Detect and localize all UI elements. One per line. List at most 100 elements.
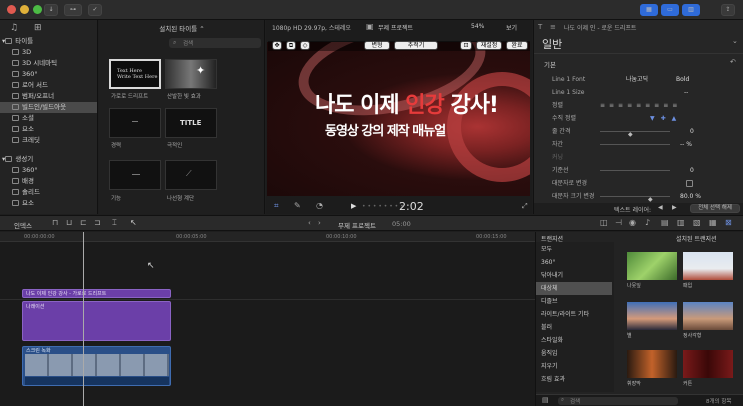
deselect-all-button[interactable]: 전체 선택 해제: [690, 204, 740, 213]
title-thumb-spiral[interactable]: ⟋: [165, 160, 217, 190]
clip-appearance-icon[interactable]: ▥: [677, 218, 685, 227]
title-thumb-flare[interactable]: ✦: [165, 59, 217, 89]
sidebar-toggle-icon[interactable]: ▤: [542, 396, 549, 404]
titles-generators-icon[interactable]: ⊞: [34, 23, 42, 33]
view-menu[interactable]: 보기: [506, 23, 517, 32]
sidebar-item-lower-third[interactable]: 로어 서드: [0, 80, 97, 91]
overwrite-icon[interactable]: ⊐: [94, 218, 101, 227]
category-item[interactable]: 닦아내기: [536, 269, 612, 282]
generators-icon[interactable]: ▦: [709, 218, 717, 227]
index-button[interactable]: 인덱스: [14, 220, 32, 230]
tracker-button[interactable]: 추적기: [394, 41, 438, 50]
title-thumb-feature[interactable]: [109, 160, 161, 190]
align-buttons[interactable]: ≡≡≡≡≡≡≡≡≡: [600, 99, 681, 112]
category-item[interactable]: 흐림 효과: [536, 373, 612, 386]
zoom-window-button[interactable]: [33, 5, 42, 14]
speed-icon[interactable]: ◔: [316, 201, 323, 210]
fullscreen-icon[interactable]: ⤢: [522, 202, 528, 211]
media-icon[interactable]: ♫: [10, 23, 18, 33]
audio-skimming-icon[interactable]: ◫: [600, 218, 608, 227]
forward-icon[interactable]: ›: [318, 219, 321, 227]
title-clip[interactable]: 나도 이제 인강 강사 - 가로로 드리프트: [22, 289, 171, 298]
crop-tool-icon[interactable]: ⌗: [274, 201, 279, 211]
transition-thumb[interactable]: [627, 252, 677, 280]
insert-clip-icon[interactable]: ⊔: [66, 218, 72, 227]
timeline-project-name[interactable]: 무제 프로젝트: [338, 220, 376, 230]
transition-thumb[interactable]: [627, 350, 677, 378]
font-select[interactable]: 나눔고딕: [626, 73, 648, 86]
sidebar-item-bumper[interactable]: 범퍼/오프너: [0, 91, 97, 102]
category-item-selected[interactable]: 대상체: [536, 282, 612, 295]
chevron-down-icon[interactable]: ⌄: [732, 37, 738, 45]
transition-thumb[interactable]: [683, 252, 733, 280]
sidebar-item-titles[interactable]: ▾ 타이틀: [0, 36, 97, 47]
close-window-button[interactable]: [7, 5, 16, 14]
sidebar-item-solids[interactable]: 솔리드: [0, 187, 97, 198]
append-clip-icon[interactable]: ⊏: [80, 218, 87, 227]
transition-thumb[interactable]: [627, 302, 677, 330]
sidebar-item-360[interactable]: 360°: [0, 69, 97, 80]
sidebar-item-elements[interactable]: 요소: [0, 124, 97, 135]
browser-search-input[interactable]: ⌕ 검색: [169, 38, 261, 48]
select-tool-icon[interactable]: ↖: [130, 218, 137, 227]
category-item[interactable]: 움직임: [536, 347, 612, 360]
all-caps-checkbox[interactable]: [686, 180, 693, 187]
sidebar-item-social[interactable]: 소셜: [0, 113, 97, 124]
category-item[interactable]: 디졸브: [536, 295, 612, 308]
installed-transitions-menu[interactable]: 설치된 트랜지션: [676, 234, 717, 243]
title-thumb-career[interactable]: [109, 108, 161, 138]
checkmark-icon[interactable]: ✓: [88, 4, 102, 16]
transitions-browser-icon[interactable]: ⊠: [725, 218, 732, 227]
crop-icon[interactable]: ⧉: [286, 41, 296, 50]
sidebar-item-gen-360[interactable]: 360°: [0, 165, 97, 176]
move-icon[interactable]: ✥: [272, 41, 282, 50]
back-icon[interactable]: ‹: [308, 219, 311, 227]
title-thumb-dramatic[interactable]: TITLE: [165, 108, 217, 138]
import-icon[interactable]: ↓: [44, 4, 58, 16]
minimize-window-button[interactable]: [20, 5, 29, 14]
sidebar-item-gen-elements[interactable]: 요소: [0, 198, 97, 209]
snapping-icon[interactable]: ⊣: [615, 218, 622, 227]
browser-header[interactable]: 설치된 타이틀 ⌃: [99, 23, 265, 33]
vertical-align-buttons[interactable]: ▼✚▲: [650, 112, 682, 125]
share-icon[interactable]: ⇪: [721, 4, 735, 16]
inspector-layout-icon[interactable]: ▥: [682, 4, 700, 16]
solo-icon[interactable]: ◉: [629, 218, 636, 227]
headphones-icon[interactable]: ♪: [645, 218, 650, 227]
screen-recording-clip[interactable]: 스크린 녹화: [22, 346, 171, 386]
timeline[interactable]: 00:00:00:00 00:00:05:00 00:00:10:00 00:0…: [0, 232, 535, 406]
category-item[interactable]: 블러: [536, 321, 612, 334]
library-layout-icon[interactable]: ▦: [640, 4, 658, 16]
narration-clip[interactable]: 나래이션: [22, 301, 171, 341]
link-icon[interactable]: ⊡: [460, 41, 472, 50]
title-inspector-icon[interactable]: T: [538, 23, 542, 31]
prev-layer-icon[interactable]: ◀: [658, 204, 663, 211]
category-item[interactable]: 라이트/라이트 기타: [536, 308, 612, 321]
reset-icon[interactable]: ↶: [730, 58, 736, 66]
zoom-level[interactable]: 54%: [471, 23, 484, 30]
play-icon[interactable]: ▶: [351, 202, 356, 210]
trim-icon[interactable]: ⌶: [112, 218, 117, 228]
category-item[interactable]: 360°: [536, 256, 612, 269]
category-item[interactable]: 스타일화: [536, 334, 612, 347]
title-thumb-drift[interactable]: Text Here Write Text Here: [109, 59, 161, 89]
distort-icon[interactable]: ◇: [300, 41, 310, 50]
enhance-icon[interactable]: ✎: [294, 201, 301, 210]
category-item[interactable]: 지우기: [536, 360, 612, 373]
reset-button[interactable]: 재설정: [476, 41, 502, 50]
transitions-search-input[interactable]: ⌕ 검색: [558, 397, 678, 405]
text-inspector-icon[interactable]: ≡: [550, 23, 556, 31]
playhead[interactable]: [83, 232, 84, 406]
connect-clip-icon[interactable]: ⊓: [52, 218, 58, 227]
font-weight-select[interactable]: Bold: [676, 73, 689, 86]
photos-icon[interactable]: ▧: [693, 218, 701, 227]
effects-browser-icon[interactable]: ▤: [661, 218, 669, 227]
transition-thumb[interactable]: [683, 302, 733, 330]
keyword-icon[interactable]: ⊶: [64, 4, 82, 16]
sidebar-item-backgrounds[interactable]: 배경: [0, 176, 97, 187]
next-layer-icon[interactable]: ▶: [672, 204, 677, 211]
category-item[interactable]: 모두: [536, 243, 612, 256]
timeline-ruler[interactable]: 00:00:00:00 00:00:05:00 00:00:10:00 00:0…: [0, 232, 535, 242]
transform-button[interactable]: 변형: [364, 41, 390, 50]
sidebar-item-3d[interactable]: 3D: [0, 47, 97, 58]
